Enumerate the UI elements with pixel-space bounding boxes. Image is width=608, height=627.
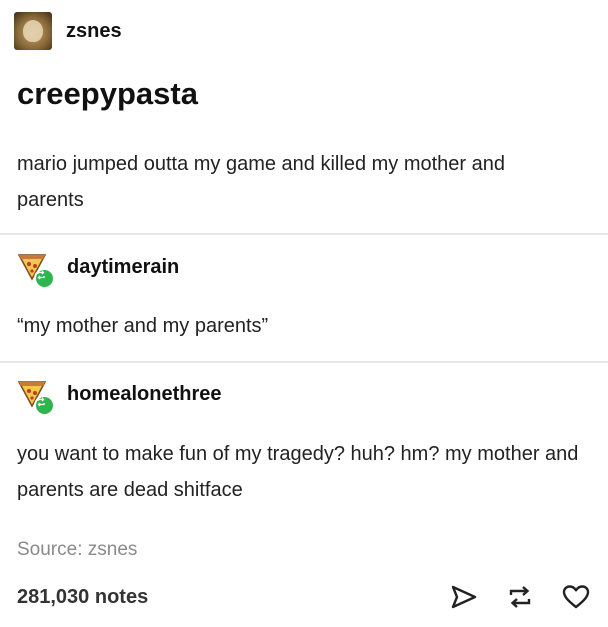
notes-count[interactable]: 281,030 notes bbox=[17, 586, 148, 609]
divider bbox=[0, 233, 608, 235]
avatar[interactable] bbox=[17, 251, 55, 289]
reblogger-username[interactable]: daytimerain bbox=[67, 256, 179, 279]
source-link[interactable]: Source: zsnes bbox=[17, 539, 137, 561]
reblog-header: daytimerain bbox=[17, 251, 179, 289]
op-body-text: mario jumped outta my game and killed my… bbox=[17, 153, 506, 211]
reblog-text: “my mother and my parents” bbox=[17, 315, 269, 337]
reblog-badge bbox=[34, 395, 55, 416]
reblog-text: you want to make fun of my tragedy? huh?… bbox=[17, 443, 579, 501]
post-title: creepypasta bbox=[17, 76, 198, 111]
divider bbox=[0, 361, 608, 363]
reblog-button[interactable] bbox=[502, 580, 538, 614]
share-button[interactable] bbox=[446, 580, 482, 614]
reblogger-username[interactable]: homealonethree bbox=[67, 383, 221, 406]
reblog-header: homealonethree bbox=[17, 378, 221, 416]
reblog-icon bbox=[37, 397, 45, 407]
reblog-icon bbox=[509, 586, 531, 608]
like-button[interactable] bbox=[558, 580, 594, 614]
avatar[interactable] bbox=[17, 378, 55, 416]
reblog-icon bbox=[37, 270, 45, 280]
op-header: zsnes bbox=[14, 12, 122, 50]
tumblr-post: zsnes creepypasta mario jumped outta my … bbox=[0, 0, 608, 627]
heart-icon bbox=[562, 585, 590, 609]
op-username[interactable]: zsnes bbox=[66, 20, 122, 43]
avatar[interactable] bbox=[14, 12, 52, 50]
reblog-badge bbox=[34, 268, 55, 289]
share-icon bbox=[451, 585, 477, 609]
post-actions bbox=[426, 580, 594, 614]
